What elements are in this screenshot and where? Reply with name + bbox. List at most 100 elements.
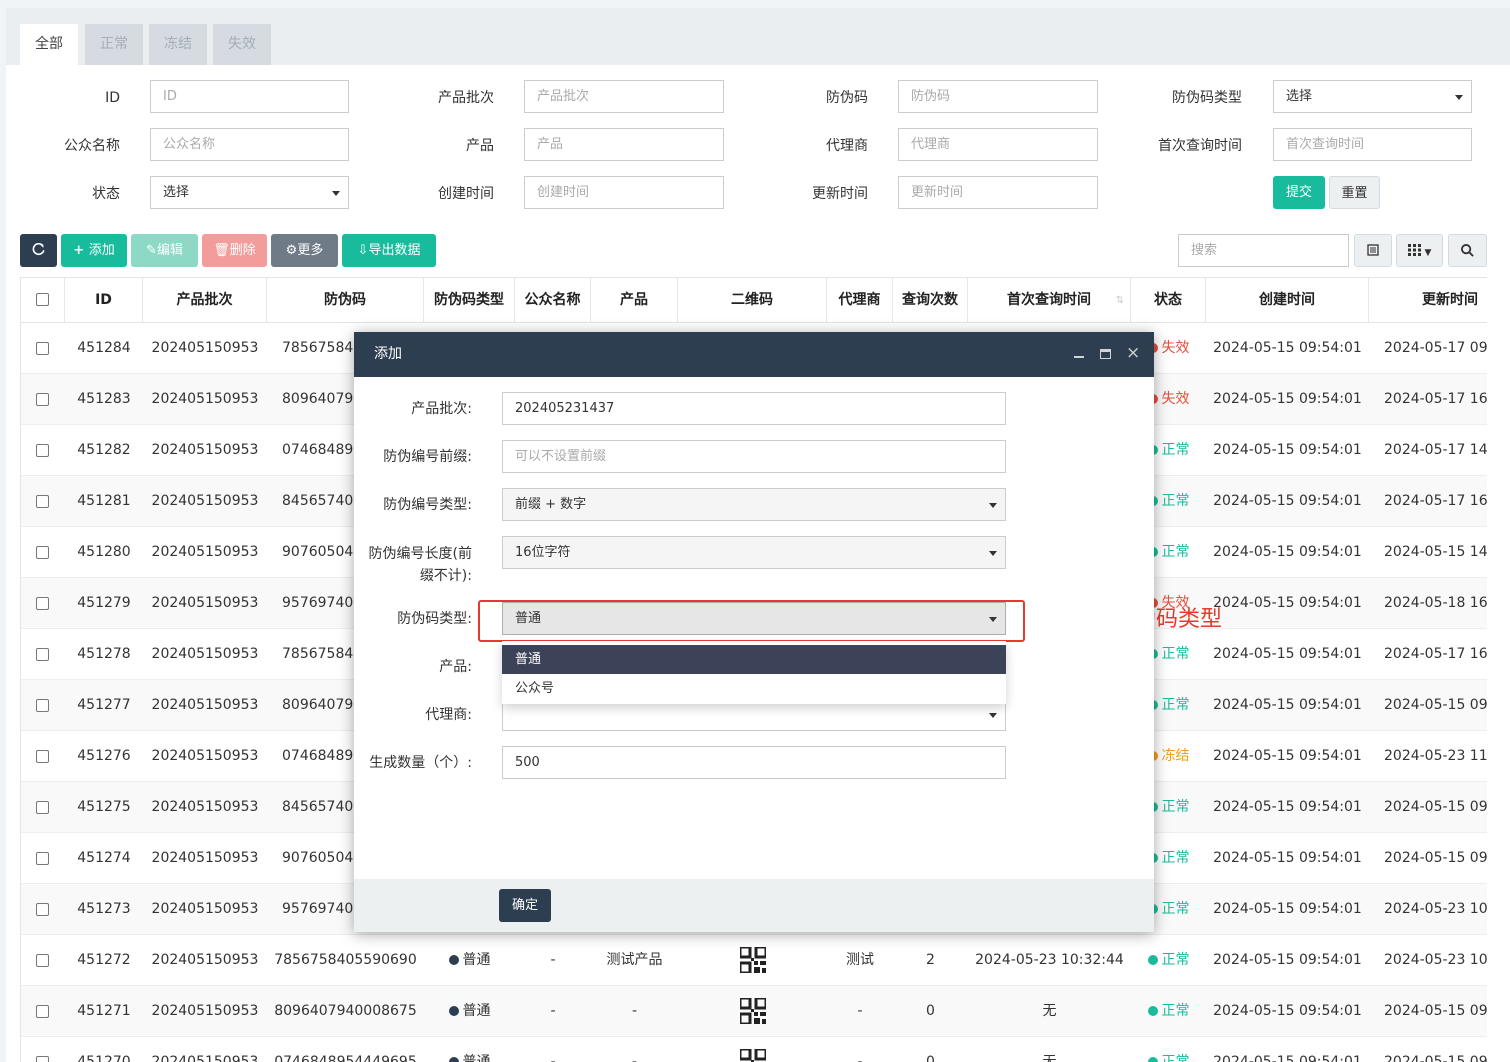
minimize-icon[interactable]	[1074, 356, 1084, 358]
header-product[interactable]: 产品	[591, 278, 678, 323]
annotation-highlight-box	[478, 600, 1025, 642]
row-checkbox[interactable]	[36, 342, 49, 355]
filter-id-label: ID	[105, 90, 120, 106]
header-status[interactable]: 状态	[1131, 278, 1206, 323]
search-icon	[1461, 244, 1474, 257]
cell-status-label: 正常	[1161, 544, 1190, 560]
reset-button[interactable]: 重置	[1329, 176, 1380, 209]
dialog-prefix-input[interactable]: 可以不设置前缀	[502, 440, 1006, 473]
status-dot-icon	[1147, 1006, 1158, 1016]
maximize-icon[interactable]	[1100, 349, 1111, 359]
cell-updated: 2024-05-15 09:5	[1384, 1003, 1487, 1019]
delete-button[interactable]: 🗑删除	[202, 234, 267, 267]
filter-code-label: 防伪码	[826, 90, 868, 106]
submit-button[interactable]: 提交	[1273, 176, 1325, 209]
cell-qrcode	[678, 986, 827, 1037]
edit-button[interactable]: ✎编辑	[131, 234, 198, 267]
filter-agent-input[interactable]: 代理商	[898, 128, 1098, 161]
dropdown-option-official-account[interactable]: 公众号	[502, 674, 1006, 703]
dialog-quantity-label: 生成数量（个）:	[369, 755, 472, 771]
row-checkbox[interactable]	[36, 699, 49, 712]
dialog-length-select[interactable]: 16位字符	[502, 536, 1006, 569]
tab-all[interactable]: 全部	[20, 24, 78, 65]
dialog-agent-label: 代理商:	[425, 707, 472, 723]
close-icon[interactable]: ×	[1126, 343, 1140, 363]
header-public-name[interactable]: 公众名称	[515, 278, 591, 323]
select-all-checkbox[interactable]	[36, 293, 49, 306]
filter-first-query-input[interactable]: 首次查询时间	[1273, 128, 1472, 161]
header-code-type[interactable]: 防伪码类型	[424, 278, 515, 323]
row-checkbox[interactable]	[36, 954, 49, 967]
chevron-down-icon	[1455, 95, 1463, 100]
cell-batch: 202405150953	[151, 595, 259, 611]
tab-normal[interactable]: 正常	[85, 24, 143, 65]
table-row[interactable]: 451272 202405150953 7856758405590690 普通 - 测试产…	[21, 935, 1487, 986]
header-created[interactable]: 创建时间	[1206, 278, 1369, 323]
toggle-view-button[interactable]	[1354, 234, 1392, 267]
header-first-query[interactable]: 首次查询时间 ⇅	[968, 278, 1131, 323]
status-dot-icon	[1147, 1057, 1158, 1062]
filter-code-input[interactable]: 防伪码	[898, 80, 1098, 113]
pencil-icon: ✎	[146, 243, 157, 258]
cell-status-label: 正常	[1161, 952, 1190, 968]
dropdown-option-normal[interactable]: 普通	[502, 645, 1006, 674]
row-checkbox[interactable]	[36, 852, 49, 865]
header-batch[interactable]: 产品批次	[143, 278, 267, 323]
table-search-input[interactable]: 搜索	[1178, 234, 1349, 267]
cell-batch: 202405150953	[151, 544, 259, 560]
row-checkbox[interactable]	[36, 648, 49, 661]
row-checkbox[interactable]	[36, 393, 49, 406]
filter-created-input[interactable]: 创建时间	[524, 176, 724, 209]
confirm-button[interactable]: 确定	[499, 889, 551, 922]
filter-updated-input[interactable]: 更新时间	[898, 176, 1098, 209]
row-checkbox[interactable]	[36, 903, 49, 916]
table-row[interactable]: 451271 202405150953 8096407940008675 普通 - - - 0…	[21, 986, 1487, 1037]
filter-first-query-label: 首次查询时间	[1158, 138, 1242, 154]
header-qrcode[interactable]: 二维码	[678, 278, 827, 323]
filter-code-type-select[interactable]: 选择	[1273, 80, 1472, 113]
cell-code-type: 普通	[424, 986, 515, 1037]
cell-product: 测试产品	[606, 952, 663, 968]
more-button[interactable]: ⚙更多	[271, 234, 338, 267]
trash-icon: 🗑	[213, 243, 230, 258]
row-checkbox[interactable]	[36, 597, 49, 610]
cell-code-type-label: 普通	[462, 1003, 491, 1019]
cell-status-label: 正常	[1161, 646, 1190, 662]
row-checkbox[interactable]	[36, 750, 49, 763]
table-row[interactable]: 451270 202405150953 0746848954449695 普通 - - - 0…	[21, 1037, 1487, 1062]
row-checkbox[interactable]	[36, 495, 49, 508]
export-button[interactable]: ⇩导出数据	[342, 234, 436, 267]
filter-product-input[interactable]: 产品	[524, 128, 724, 161]
row-checkbox[interactable]	[36, 546, 49, 559]
tab-frozen[interactable]: 冻结	[149, 24, 207, 65]
row-checkbox[interactable]	[36, 1056, 49, 1062]
cell-status-label: 正常	[1161, 901, 1190, 917]
caret-down-icon: ▼	[1421, 248, 1432, 258]
filter-id-input[interactable]: ID	[150, 80, 349, 113]
chevron-down-icon	[989, 551, 997, 556]
search-button[interactable]	[1448, 234, 1487, 267]
dialog-batch-input[interactable]: 202405231437	[502, 392, 1006, 425]
filter-status-select[interactable]: 选择	[150, 176, 349, 209]
tab-invalid[interactable]: 失效	[213, 24, 271, 65]
cell-public: -	[550, 952, 556, 968]
header-query-count[interactable]: 查询次数	[893, 278, 968, 323]
dialog-number-type-select[interactable]: 前缀 + 数字	[502, 488, 1006, 521]
refresh-button[interactable]	[20, 234, 57, 267]
row-checkbox[interactable]	[36, 444, 49, 457]
dialog-quantity-input[interactable]: 500	[502, 746, 1006, 779]
filter-public-name-input[interactable]: 公众名称	[150, 128, 349, 161]
row-checkbox[interactable]	[36, 801, 49, 814]
header-id[interactable]: ID	[65, 278, 143, 323]
columns-button[interactable]: ▼	[1396, 234, 1443, 267]
header-updated[interactable]: 更新时间	[1369, 278, 1487, 323]
row-checkbox[interactable]	[36, 1005, 49, 1018]
header-code[interactable]: 防伪码	[267, 278, 424, 323]
cell-status-label: 正常	[1161, 799, 1190, 815]
header-agent[interactable]: 代理商	[827, 278, 893, 323]
header-select-all[interactable]	[21, 278, 65, 323]
add-button[interactable]: + 添加	[61, 234, 127, 267]
cell-status-label: 正常	[1161, 697, 1190, 713]
type-dot-icon	[448, 955, 459, 965]
filter-batch-input[interactable]: 产品批次	[524, 80, 724, 113]
